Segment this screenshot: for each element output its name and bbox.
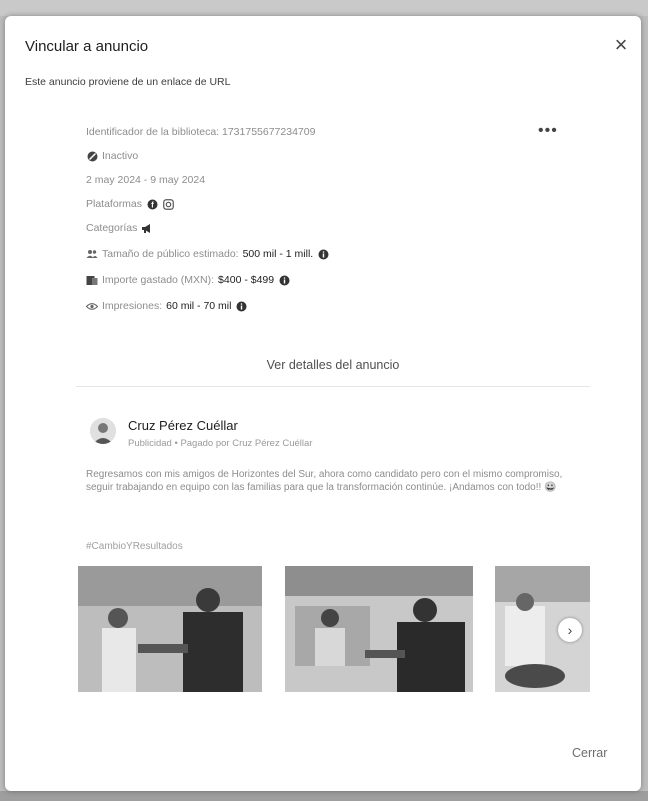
spend-row: Importe gastado (MXN): $400 - $499 — [86, 274, 290, 286]
carousel-photo[interactable] — [78, 566, 262, 692]
spend-label: Importe gastado (MXN): — [102, 274, 215, 286]
info-icon[interactable] — [317, 248, 329, 260]
audience-row: Tamaño de público estimado: 500 mil - 1 … — [86, 248, 329, 260]
impressions-icon — [86, 300, 98, 312]
impressions-label: Impresiones: — [102, 300, 163, 312]
date-range: 2 may 2024 - 9 may 2024 — [86, 174, 206, 186]
view-ad-details-button[interactable]: Ver detalles del anuncio — [76, 358, 590, 372]
post-meta: Publicidad • Pagado por Cruz Pérez Cuéll… — [128, 438, 313, 449]
status-row: Inactivo — [86, 150, 138, 162]
inactive-status-icon — [86, 150, 98, 162]
spend-value: $400 - $499 — [218, 274, 275, 286]
carousel-photo[interactable] — [285, 566, 473, 692]
info-icon[interactable] — [235, 300, 247, 312]
audience-value: 500 mil - 1 mill. — [242, 248, 314, 260]
close-icon[interactable]: × — [609, 34, 633, 58]
instagram-icon — [162, 198, 174, 210]
audience-label: Tamaño de público estimado: — [102, 248, 239, 260]
megaphone-icon — [141, 222, 153, 234]
post-hashtag[interactable]: #CambioYResultados — [86, 541, 183, 552]
audience-icon — [86, 248, 98, 260]
status-text: Inactivo — [102, 150, 139, 162]
background-strip-bottom — [0, 791, 648, 801]
categories-label: Categorías — [86, 222, 138, 234]
post-body: Regresamos con mis amigos de Horizontes … — [86, 469, 563, 493]
close-button[interactable]: Cerrar — [572, 746, 607, 760]
library-id: Identificador de la biblioteca: 17317556… — [86, 126, 316, 138]
more-icon[interactable]: ••• — [538, 122, 558, 140]
impressions-value: 60 mil - 70 mil — [166, 300, 232, 312]
impressions-row: Impresiones: 60 mil - 70 mil — [86, 300, 247, 312]
dialog-subtitle: Este anuncio proviene de un enlace de UR… — [25, 76, 231, 88]
divider — [76, 386, 590, 387]
avatar[interactable] — [90, 418, 116, 444]
categories-row: Categorías — [86, 222, 153, 234]
spend-icon — [86, 274, 98, 286]
facebook-icon: f — [146, 198, 158, 210]
info-icon[interactable] — [278, 274, 290, 286]
image-carousel: › — [76, 566, 590, 694]
dialog-title: Vincular a anuncio — [25, 38, 149, 55]
chevron-right-icon[interactable]: › — [558, 618, 582, 642]
ad-post: Cruz Pérez Cuéllar Publicidad • Pagado p… — [76, 406, 590, 706]
platforms-row: Plataformas f — [86, 198, 174, 210]
platforms-label: Plataformas — [86, 198, 143, 210]
ad-info-card: Identificador de la biblioteca: 17317556… — [76, 110, 590, 380]
post-author[interactable]: Cruz Pérez Cuéllar — [128, 418, 238, 433]
svg-text:f: f — [151, 200, 154, 209]
background-strip-top — [0, 0, 648, 16]
ad-link-dialog: Vincular a anuncio × Este anuncio provie… — [5, 16, 641, 791]
